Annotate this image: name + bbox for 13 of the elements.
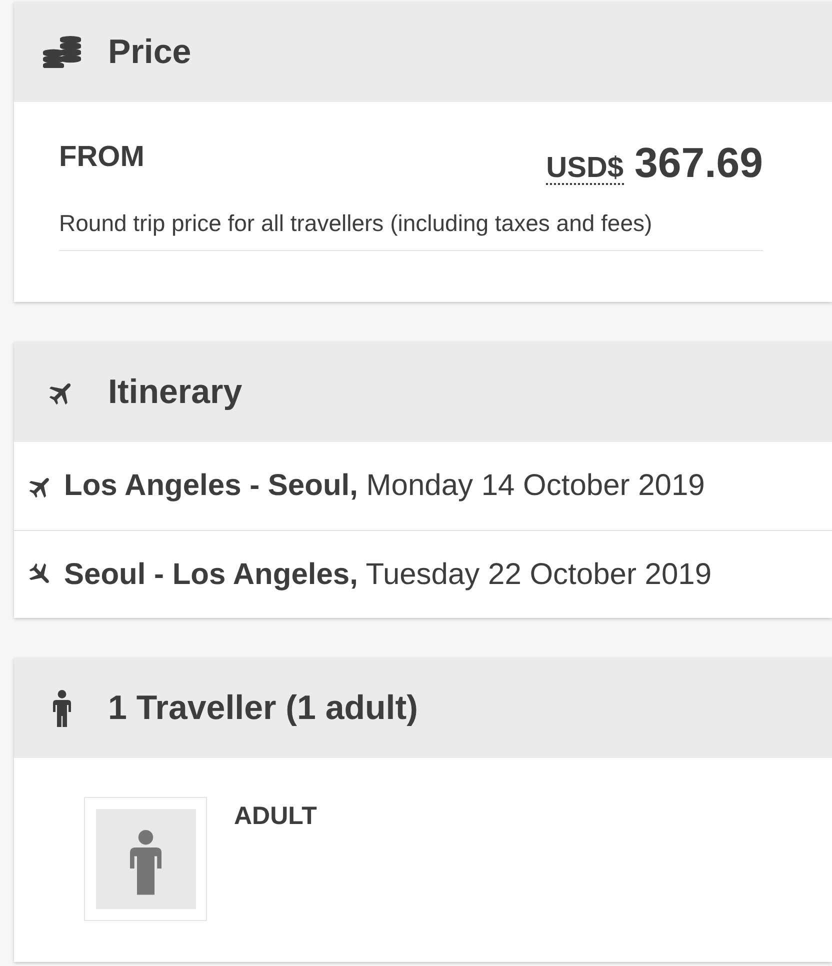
flight-leg-text: Los Angeles - Seoul, Monday 14 October 2019 bbox=[64, 468, 705, 504]
section-title: 1 Traveller (1 adult) bbox=[108, 688, 418, 728]
section-title: Price bbox=[108, 32, 192, 72]
person-icon bbox=[96, 809, 196, 909]
flight-leg-text: Seoul - Los Angeles, Tuesday 22 October 2019 bbox=[64, 556, 712, 592]
coins-icon bbox=[43, 36, 81, 68]
price-amount: 367.69 bbox=[634, 140, 763, 186]
currency-code: USD$ bbox=[546, 153, 624, 185]
section-title: Itinerary bbox=[108, 372, 242, 412]
from-label: FROM bbox=[59, 140, 144, 174]
price-note: Round trip price for all travellers (including taxes and fees) bbox=[59, 209, 654, 238]
person-icon bbox=[53, 690, 71, 726]
traveller-type: ADULT bbox=[234, 801, 317, 831]
